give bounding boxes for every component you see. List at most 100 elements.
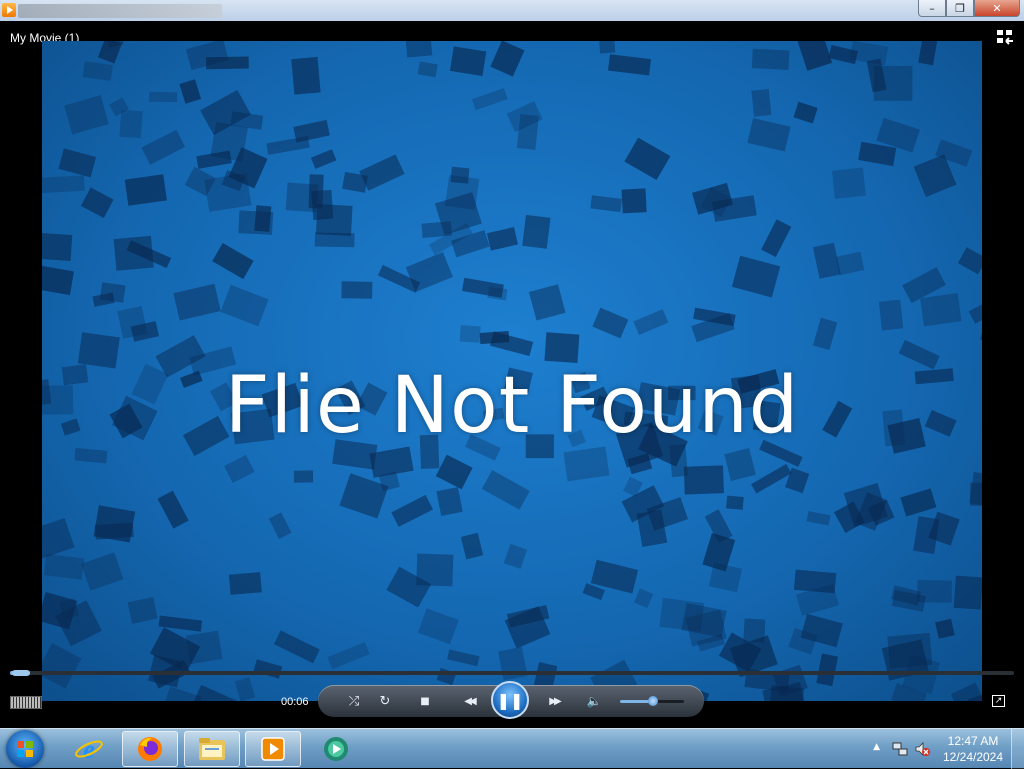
background-square — [793, 102, 817, 124]
taskbar: e ▲ — [0, 728, 1024, 768]
background-square — [935, 619, 955, 639]
background-square — [732, 256, 780, 298]
background-square — [529, 284, 566, 320]
background-square — [212, 243, 254, 279]
background-square — [608, 54, 651, 75]
shuffle-icon[interactable]: ⤮ — [344, 692, 364, 710]
video-area[interactable]: Flie Not Found — [42, 41, 982, 701]
background-square — [461, 533, 483, 560]
background-square — [125, 174, 167, 205]
background-square — [752, 49, 790, 70]
taskbar-media-player[interactable] — [245, 731, 301, 767]
background-square — [490, 41, 524, 77]
background-square — [418, 608, 459, 644]
background-square — [42, 265, 74, 296]
background-square — [709, 563, 742, 593]
background-square — [341, 281, 372, 298]
restore-button[interactable]: ❐ — [946, 0, 974, 17]
pause-button[interactable]: ❚❚ — [491, 681, 529, 719]
volume-muted-icon[interactable] — [914, 741, 930, 757]
background-square — [114, 236, 154, 271]
close-button[interactable]: ✕ — [974, 0, 1020, 17]
file-not-found-message: Flie Not Found — [42, 361, 982, 451]
clock-time: 12:47 AM — [942, 733, 1004, 749]
start-button[interactable] — [6, 730, 44, 768]
elapsed-time: 00:06 — [281, 696, 309, 708]
background-square — [498, 647, 527, 681]
background-square — [954, 576, 982, 610]
svg-text:e: e — [83, 735, 95, 764]
background-square — [141, 130, 185, 165]
background-square — [93, 293, 115, 307]
background-square — [751, 89, 771, 117]
blurred-window-title — [18, 4, 222, 18]
background-square — [42, 518, 75, 558]
minimize-button[interactable]: – — [918, 0, 946, 17]
repeat-icon[interactable]: ↻ — [375, 692, 395, 710]
window-controls: – ❐ ✕ — [918, 0, 1020, 18]
background-square — [592, 308, 628, 339]
switch-to-library-icon[interactable] — [996, 29, 1014, 45]
background-square — [920, 293, 961, 326]
volume-icon[interactable]: 🔈 — [584, 692, 604, 710]
background-square — [887, 633, 932, 669]
next-icon[interactable]: ▶▶ — [540, 692, 568, 710]
volume-knob[interactable] — [648, 696, 658, 706]
fullscreen-icon[interactable]: ↗ — [992, 695, 1005, 707]
background-square — [624, 138, 670, 180]
background-square — [436, 487, 462, 516]
background-square — [980, 318, 982, 345]
media-center-icon — [321, 734, 351, 764]
background-square — [450, 46, 486, 76]
background-square — [128, 597, 158, 624]
taskbar-internet-explorer[interactable]: e — [61, 731, 117, 767]
media-player-window: My Movie (1) Flie Not Found 00:06 ⤮ ↻ ■ … — [0, 21, 1024, 728]
background-square — [900, 488, 936, 516]
background-square — [462, 278, 504, 298]
background-square — [874, 66, 913, 101]
show-desktop-button[interactable] — [1011, 729, 1024, 769]
background-square — [316, 204, 353, 236]
media-player-icon — [260, 736, 286, 762]
background-square — [119, 110, 142, 138]
background-square — [315, 233, 355, 248]
show-hidden-icons-button[interactable]: ▲ — [873, 742, 880, 752]
background-square — [391, 495, 433, 527]
clock[interactable]: 12:47 AM 12/24/2024 — [942, 733, 1004, 765]
stop-icon[interactable]: ■ — [415, 692, 435, 710]
background-square — [918, 41, 937, 65]
taskbar-firefox[interactable] — [122, 731, 178, 767]
background-square — [816, 654, 838, 687]
previous-icon[interactable]: ◀◀ — [455, 692, 483, 710]
seek-bar[interactable] — [10, 671, 1014, 675]
background-square — [58, 148, 96, 177]
background-square — [726, 496, 744, 510]
background-square — [406, 41, 433, 58]
volume-slider[interactable] — [620, 700, 684, 703]
background-square — [522, 215, 550, 249]
background-square — [807, 511, 831, 525]
background-square — [235, 677, 255, 701]
background-square — [633, 309, 668, 335]
background-square — [81, 188, 114, 219]
background-square — [311, 149, 337, 169]
resize-grip-icon[interactable] — [10, 696, 42, 709]
seek-handle[interactable] — [12, 670, 30, 676]
background-square — [564, 447, 610, 482]
playback-controls: ⤮ ↻ ■ ◀◀ ❚❚ ▶▶ 🔈 — [318, 685, 704, 717]
background-square — [832, 168, 866, 199]
background-square — [436, 455, 473, 490]
background-square — [224, 455, 255, 483]
network-icon[interactable] — [892, 741, 908, 757]
background-square — [761, 219, 791, 257]
windows-logo-icon — [17, 741, 33, 757]
background-square — [751, 464, 791, 494]
taskbar-file-explorer[interactable] — [184, 731, 240, 767]
background-square — [253, 659, 282, 678]
taskbar-media-center[interactable] — [308, 731, 364, 767]
background-square — [958, 247, 982, 274]
background-square — [149, 92, 177, 102]
background-square — [472, 88, 508, 110]
background-square — [858, 142, 896, 166]
background-square — [238, 210, 273, 234]
